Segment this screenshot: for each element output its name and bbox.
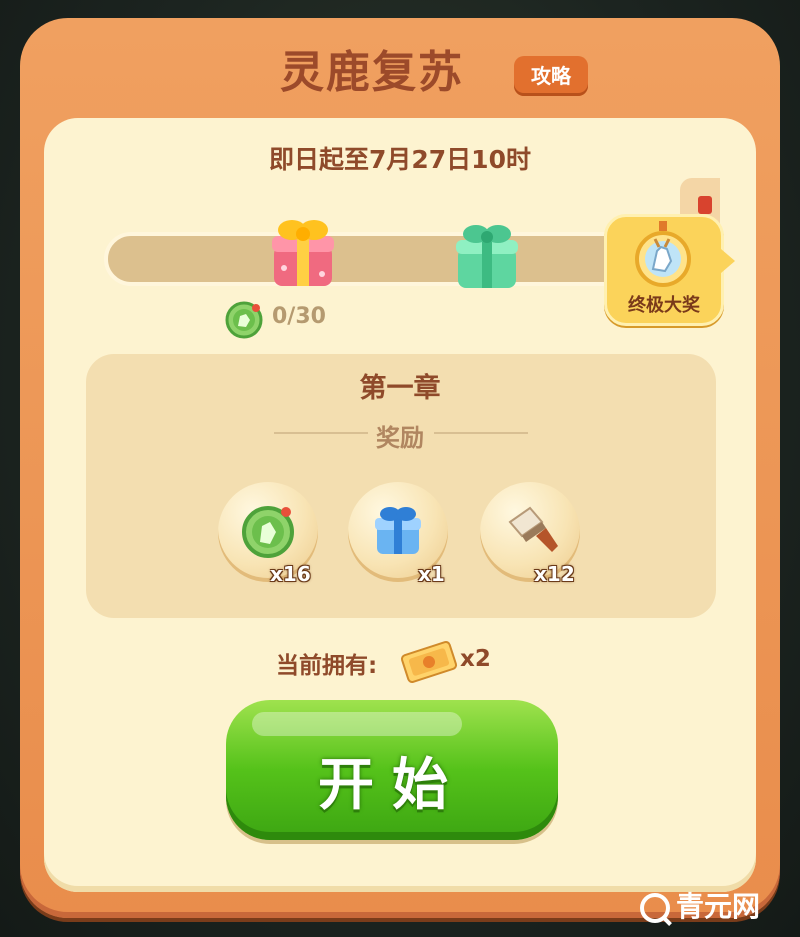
event-title: 灵鹿复苏 [280,47,464,98]
event-date-range: 即日起至7月27日10时 [269,145,531,174]
start-button-label: 开始 [318,753,466,818]
inventory-count: x2 [460,646,491,672]
inventory-label: 当前拥有: [276,653,378,679]
green-gift-box-icon[interactable] [452,218,522,292]
pink-gift-box-icon[interactable] [268,212,338,290]
deer-coin-icon [225,301,263,339]
start-button[interactable]: 开始 [226,700,558,840]
reward-item[interactable]: x16 [218,482,318,586]
blue-gift-box-icon [375,507,421,554]
reward-quantity: x16 [270,562,311,586]
guide-button[interactable]: 攻略 [514,56,588,96]
divider-right [434,432,528,434]
rewards-label: 奖励 [376,424,424,452]
ticket-icon [400,641,458,683]
watermark-logo-icon [640,893,670,923]
reward-quantity: x12 [534,562,575,586]
chapter-title: 第一章 [359,373,441,404]
watermark: 青元网 [640,885,760,925]
deer-coin-icon [242,506,294,558]
reward-item[interactable]: x12 [480,482,580,586]
progress-count: 0/30 [272,304,326,329]
grand-prize-badge[interactable]: 终极大奖 [604,214,735,326]
reward-item[interactable]: x1 [348,482,448,586]
deer-medal-icon [635,221,691,287]
grand-prize-label: 终极大奖 [628,295,700,316]
reward-quantity: x1 [418,562,445,586]
brush-icon [508,506,558,552]
